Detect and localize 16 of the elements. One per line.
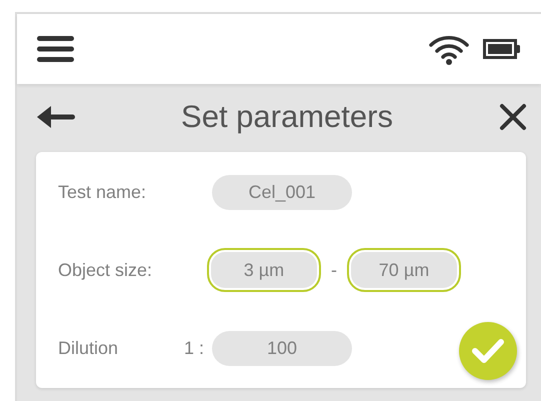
input-field[interactable]: Cel_001 — [212, 174, 352, 210]
input-field[interactable]: 100 — [212, 330, 352, 366]
wifi-icon — [429, 34, 469, 64]
screen-title: Set parameters — [180, 99, 394, 135]
input-field[interactable]: 3 µm — [207, 248, 321, 292]
back-arrow-icon[interactable] — [37, 106, 75, 128]
field-label: Object size: — [58, 260, 152, 280]
field-label: Dilution — [58, 338, 118, 358]
range-separator: - — [331, 260, 337, 280]
field-label: Test name: — [58, 182, 146, 202]
battery-icon — [483, 39, 521, 59]
ratio-prefix: 1 : — [184, 338, 204, 358]
input-field[interactable]: 70 µm — [347, 248, 461, 292]
close-icon[interactable] — [499, 103, 527, 131]
checkmark-icon — [472, 338, 504, 364]
menu-icon[interactable] — [37, 36, 74, 62]
